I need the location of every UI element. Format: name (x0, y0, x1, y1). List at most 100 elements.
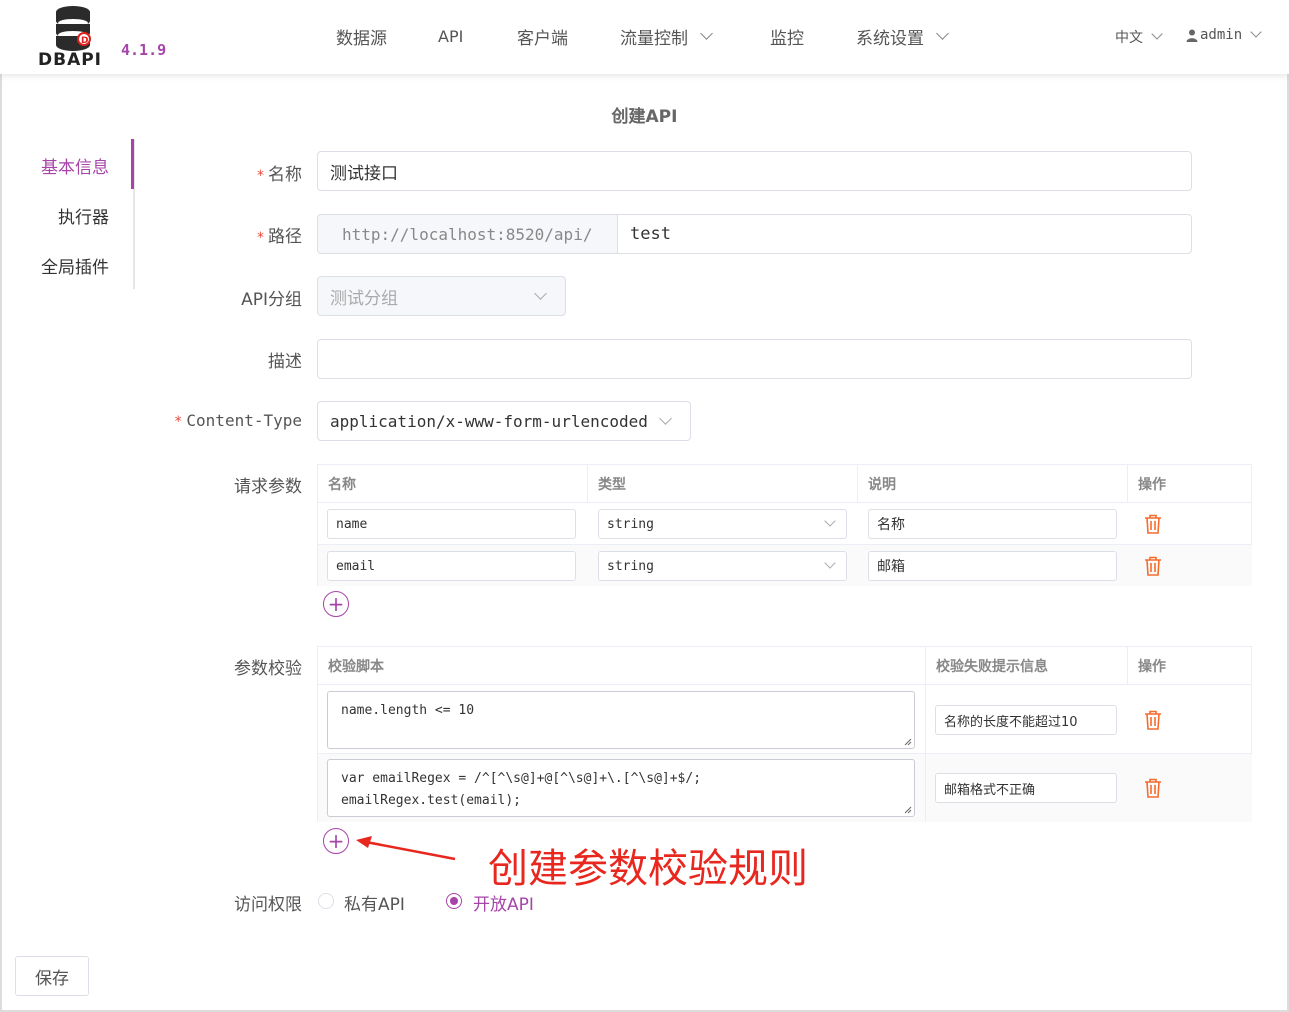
col-header-desc: 说明 (858, 465, 1128, 503)
prefix-text: http://localhost:8520/api/ (342, 224, 593, 244)
input-value: 邮箱 (877, 559, 905, 575)
params-label: 请求参数 (234, 472, 302, 497)
nav-item-datasource[interactable]: 数据源 (336, 24, 387, 49)
content-type-select[interactable]: application/x-www-form-urlencoded (317, 401, 691, 441)
side-item-basic-info[interactable]: 基本信息 (41, 153, 109, 178)
label-text: API分组 (241, 290, 302, 310)
svg-text:D: D (81, 36, 88, 46)
side-item-executor[interactable]: 执行器 (58, 203, 109, 228)
chevron-down-icon (824, 557, 836, 569)
trash-icon[interactable] (1144, 778, 1162, 798)
add-circle-icon: + (327, 592, 345, 616)
select-value: string (607, 558, 654, 574)
param-type-select[interactable]: string (598, 551, 847, 581)
col-header-name: 名称 (318, 465, 588, 503)
params-table: 名称 类型 说明 操作 name string 名称 email string … (317, 464, 1252, 586)
radio-label-open[interactable]: 开放API (473, 890, 534, 915)
nav-label: 监控 (770, 28, 804, 49)
resize-handle-icon[interactable] (904, 806, 912, 814)
validation-message-input[interactable]: 邮箱格式不正确 (935, 773, 1117, 803)
trash-icon[interactable] (1144, 710, 1162, 730)
required-mark: * (257, 230, 264, 246)
validation-script-textarea[interactable]: var emailRegex = /^[^\s@]+@[^\s@]+\.[^\s… (327, 759, 915, 817)
nav-label: 系统设置 (856, 28, 924, 49)
nav-item-api[interactable]: API (438, 24, 463, 48)
side-menu: 基本信息 执行器 全局插件 (0, 139, 135, 289)
nav-item-monitor[interactable]: 监控 (770, 24, 804, 49)
param-name-input[interactable]: name (327, 509, 576, 539)
param-desc-input[interactable]: 名称 (868, 509, 1117, 539)
chevron-down-icon (824, 515, 836, 527)
user-icon (1186, 29, 1198, 42)
col-header-message: 校验失败提示信息 (926, 647, 1128, 685)
column-divider (925, 685, 926, 754)
select-value: 测试分组 (330, 288, 398, 309)
side-item-global-plugin[interactable]: 全局插件 (41, 253, 109, 278)
param-type-select[interactable]: string (598, 509, 847, 539)
nav-item-system-settings[interactable]: 系统设置 (856, 24, 949, 49)
validation-table: 校验脚本 校验失败提示信息 操作 name.length <= 10 名称的长度… (317, 646, 1252, 822)
select-value: string (607, 516, 654, 532)
trash-icon[interactable] (1144, 556, 1162, 576)
version-label: 4.1.9 (121, 41, 167, 59)
annotation-text: 创建参数校验规则 (488, 846, 808, 892)
nav-label: 客户端 (517, 28, 568, 49)
chevron-down-icon (659, 412, 672, 425)
col-header-action: 操作 (1128, 647, 1252, 685)
nav-item-client[interactable]: 客户端 (517, 24, 568, 49)
trash-icon[interactable] (1144, 514, 1162, 534)
validation-label: 参数校验 (234, 654, 302, 679)
side-active-indicator (131, 139, 134, 189)
save-button[interactable]: 保存 (15, 956, 89, 996)
chevron-down-icon (534, 287, 547, 300)
resize-handle-icon[interactable] (904, 738, 912, 746)
language-dropdown[interactable]: 中文 (1115, 27, 1163, 47)
radio-open-api[interactable] (446, 893, 462, 909)
table-row: email string 邮箱 (318, 545, 1252, 586)
param-name-input[interactable]: email (327, 551, 576, 581)
table-row: name string 名称 (318, 503, 1252, 545)
textarea-value: var emailRegex = /^[^\s@]+@[^\s@]+\.[^\s… (341, 771, 702, 808)
page-title: 创建API (611, 107, 678, 127)
desc-input[interactable] (317, 339, 1192, 379)
logo-text: DBAPI (38, 50, 103, 70)
chevron-down-icon (1250, 26, 1262, 38)
radio-private-api[interactable] (318, 893, 334, 909)
label-text: 描述 (268, 352, 302, 372)
group-label: API分组 (241, 285, 302, 310)
name-input[interactable]: 测试接口 (317, 151, 1192, 191)
user-label: admin (1200, 27, 1243, 43)
col-header-action: 操作 (1128, 465, 1252, 503)
validation-script-textarea[interactable]: name.length <= 10 (327, 691, 915, 749)
nav-label: 数据源 (336, 28, 387, 49)
required-mark: * (257, 168, 264, 184)
param-desc-input[interactable]: 邮箱 (868, 551, 1117, 581)
path-prefix: http://localhost:8520/api/ (317, 214, 618, 254)
input-value: 测试接口 (330, 163, 398, 184)
validation-message-input[interactable]: 名称的长度不能超过10 (935, 705, 1117, 735)
col-header-type: 类型 (588, 465, 858, 503)
textarea-value: name.length <= 10 (341, 703, 475, 718)
add-circle-icon: + (327, 829, 345, 853)
content-type-label: * Content-Type (174, 411, 302, 430)
chevron-down-icon (936, 26, 949, 40)
label-text: 名称 (268, 165, 302, 185)
radio-label-private[interactable]: 私有API (344, 890, 405, 915)
label-text: Content-Type (186, 411, 302, 430)
top-header: D DBAPI 4.1.9 数据源 API 客户端 流量控制 监控 系统设置 中… (0, 0, 1289, 74)
nav-item-traffic-control[interactable]: 流量控制 (620, 24, 713, 49)
label-text: 路径 (268, 227, 302, 247)
group-select[interactable]: 测试分组 (317, 276, 566, 316)
input-value: 名称的长度不能超过10 (944, 714, 1078, 730)
input-value: 邮箱格式不正确 (944, 782, 1036, 798)
column-divider (925, 754, 926, 822)
table-row: var emailRegex = /^[^\s@]+@[^\s@]+\.[^\s… (318, 754, 1252, 822)
add-param-button[interactable]: + (323, 591, 349, 617)
add-validation-button[interactable]: + (323, 828, 349, 854)
label-text: 访问权限 (234, 895, 302, 915)
language-label: 中文 (1115, 30, 1143, 46)
name-label: * 名称 (257, 160, 302, 185)
label-text: 请求参数 (234, 477, 302, 497)
user-dropdown[interactable]: admin (1186, 26, 1262, 43)
path-input[interactable]: test (617, 214, 1192, 254)
